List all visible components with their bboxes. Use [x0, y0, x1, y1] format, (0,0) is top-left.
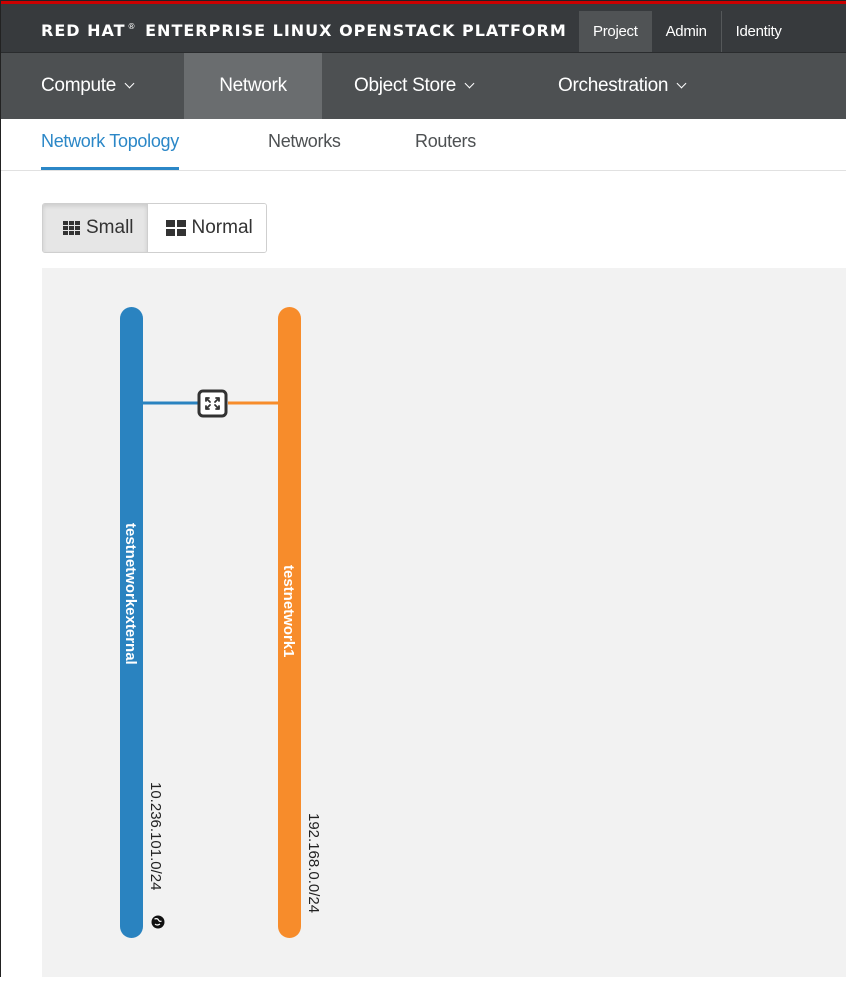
nav-object-store[interactable]: Object Store [354, 53, 475, 119]
nav-network[interactable]: Network [184, 53, 322, 119]
normal-view-button[interactable]: Normal [146, 204, 266, 252]
subtab-network-topology[interactable]: Network Topology [41, 131, 179, 170]
topology-svg: testnetworkexternal 10.236.101.0/24 test… [120, 307, 322, 938]
th-icon [63, 221, 80, 235]
network-cidr-internal: 192.168.0.0/24 [305, 813, 322, 913]
network-name-internal: testnetwork1 [280, 565, 297, 658]
nav-object-store-label: Object Store [354, 75, 457, 96]
network-cidr-external: 10.236.101.0/24 [147, 782, 164, 890]
active-tab-indicator [41, 167, 179, 170]
brand-title[interactable]: RED HAT ® ENTERPRISE LINUX OPENSTACK PLAT… [41, 21, 567, 40]
section-nav: Compute Network Object Store Orchestrati… [1, 53, 846, 119]
small-view-button[interactable]: Small [43, 204, 147, 252]
nav-compute[interactable]: Compute [41, 53, 135, 119]
brand-product-name: ENTERPRISE LINUX OPENSTACK PLATFORM [145, 21, 567, 40]
normal-view-label: Normal [191, 217, 253, 238]
view-size-toggle: Small Normal [42, 203, 267, 253]
network-name-external: testnetworkexternal [122, 523, 139, 665]
network-subtabs: Network Topology Networks Routers [1, 119, 846, 171]
tab-admin[interactable]: Admin [652, 11, 721, 52]
router-icon[interactable] [197, 389, 228, 418]
nav-orchestration-label: Orchestration [558, 75, 669, 96]
tab-identity[interactable]: Identity [720, 11, 796, 52]
nav-network-label: Network [219, 75, 287, 96]
nav-orchestration[interactable]: Orchestration [558, 53, 687, 119]
small-view-label: Small [86, 217, 134, 238]
dashboard-tabs: Project Admin Identity [579, 11, 796, 52]
chevron-down-icon [124, 78, 135, 89]
globe-icon [151, 915, 165, 929]
chevron-down-icon [676, 78, 687, 89]
brand-bar: RED HAT ® ENTERPRISE LINUX OPENSTACK PLAT… [1, 1, 846, 53]
subtab-routers[interactable]: Routers [415, 131, 476, 152]
chevron-down-icon [464, 78, 475, 89]
topology-canvas: testnetworkexternal 10.236.101.0/24 test… [42, 268, 846, 977]
brand-registered-mark: ® [127, 22, 137, 31]
subtab-network-topology-label: Network Topology [41, 131, 179, 151]
brand-red-hat: RED HAT [41, 21, 126, 40]
th-large-icon [165, 220, 186, 236]
brand-accent-stripe [1, 1, 846, 4]
network-testnetwork1[interactable]: testnetwork1 192.168.0.0/24 [278, 307, 322, 938]
tab-project[interactable]: Project [579, 11, 652, 52]
subtab-networks[interactable]: Networks [268, 131, 341, 152]
nav-compute-label: Compute [41, 75, 116, 96]
